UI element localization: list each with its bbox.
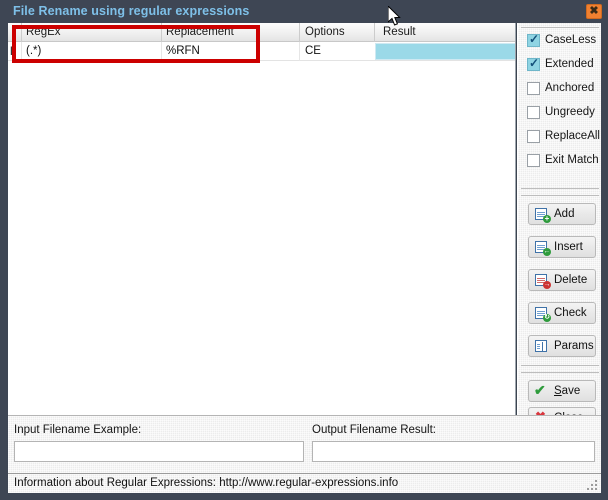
check-icon: ✓	[529, 55, 540, 70]
save-button[interactable]: ✔ Save	[528, 380, 596, 402]
output-filename-field[interactable]	[312, 441, 595, 462]
params-button-label: Params	[554, 340, 594, 352]
cell-divider	[161, 42, 162, 61]
actions-button-group: + Add ← Insert → Delete ↻ Check Params	[521, 195, 599, 366]
output-filename-label: Output Filename Result:	[312, 424, 437, 436]
column-header-regex[interactable]: RegEx	[26, 26, 61, 38]
cell-replacement[interactable]: %RFN	[166, 45, 200, 57]
window-left-border	[0, 23, 8, 500]
input-filename-label: Input Filename Example:	[14, 424, 142, 436]
checkbox-box[interactable]	[527, 153, 540, 167]
application-window: File Rename using regular expressions ✖ …	[0, 0, 608, 500]
checkbox-anchored[interactable]: Anchored	[521, 76, 599, 100]
status-bar: Information about Regular Expressions: h…	[8, 473, 601, 493]
check-refresh-icon: ↻	[534, 306, 551, 322]
filename-preview-panel: Input Filename Example: Output Filename …	[8, 415, 601, 473]
window-right-border	[601, 23, 608, 500]
delete-button[interactable]: → Delete	[528, 269, 596, 291]
green-check-icon: ✔	[534, 382, 546, 398]
cell-options[interactable]: CE	[305, 45, 321, 57]
window-bottom-border	[0, 493, 608, 500]
checkbox-ungreedy[interactable]: Ungreedy	[521, 100, 599, 124]
close-icon: ✖	[589, 5, 599, 17]
checkbox-box[interactable]: ✓	[527, 55, 540, 71]
options-checkbox-group: ✓ CaseLess ✓ Extended Anchored Ungreedy …	[521, 27, 600, 189]
checkbox-label: ReplaceAll	[545, 130, 600, 142]
cell-regex[interactable]: (.*)	[26, 45, 41, 57]
input-filename-field[interactable]	[14, 441, 304, 462]
column-header-result[interactable]: Result	[383, 26, 416, 38]
checkbox-box[interactable]	[527, 81, 540, 95]
add-button-label: Add	[554, 208, 575, 220]
check-icon: ✓	[529, 31, 540, 46]
insert-button[interactable]: ← Insert	[528, 236, 596, 258]
cell-result[interactable]	[375, 43, 515, 60]
checkbox-replaceall[interactable]: ReplaceAll	[521, 124, 600, 148]
window-title: File Rename using regular expressions	[13, 4, 250, 18]
check-button[interactable]: ↻ Check	[528, 302, 596, 324]
checkbox-label: CaseLess	[545, 34, 597, 46]
grid-header-row: RegEx Replacement Options Result	[8, 23, 515, 42]
column-divider[interactable]	[161, 23, 162, 42]
checkbox-box[interactable]	[527, 105, 540, 119]
resize-grip[interactable]	[587, 480, 599, 492]
grid-empty-area[interactable]	[8, 62, 515, 415]
cell-divider	[299, 42, 300, 61]
column-header-options[interactable]: Options	[305, 26, 345, 38]
column-divider[interactable]	[374, 23, 375, 42]
title-bar: File Rename using regular expressions ✖	[0, 0, 608, 23]
add-button[interactable]: + Add	[528, 203, 596, 225]
add-document-icon: +	[534, 207, 551, 223]
side-panel: ✓ CaseLess ✓ Extended Anchored Ungreedy …	[517, 23, 601, 429]
checkbox-exit-match[interactable]: Exit Match	[521, 148, 599, 172]
table-row[interactable]: I (.*) %RFN CE	[8, 42, 515, 61]
checkbox-label: Extended	[545, 58, 594, 70]
check-button-label: Check	[554, 307, 587, 319]
params-columns-icon	[534, 339, 550, 353]
checkbox-caseless[interactable]: ✓ CaseLess	[521, 28, 599, 52]
checkbox-label: Anchored	[545, 82, 595, 94]
checkbox-box[interactable]	[527, 129, 540, 143]
delete-button-label: Delete	[554, 274, 588, 286]
status-bar-text[interactable]: Information about Regular Expressions: h…	[14, 477, 398, 489]
delete-document-icon: →	[534, 273, 551, 289]
column-divider[interactable]	[21, 23, 22, 42]
column-divider[interactable]	[299, 23, 300, 42]
checkbox-extended[interactable]: ✓ Extended	[521, 52, 599, 76]
close-button[interactable]: ✖	[586, 4, 602, 19]
column-header-replacement[interactable]: Replacement	[166, 26, 234, 38]
cell-divider	[21, 42, 22, 61]
insert-button-label: Insert	[554, 241, 583, 253]
checkbox-label: Exit Match	[545, 154, 599, 166]
row-indicator: I	[10, 44, 14, 58]
checkbox-label: Ungreedy	[545, 106, 595, 118]
params-button[interactable]: Params	[528, 335, 596, 357]
insert-document-icon: ←	[534, 240, 551, 256]
checkbox-box[interactable]: ✓	[527, 31, 540, 47]
save-button-label: Save	[554, 385, 581, 397]
rules-grid[interactable]: RegEx Replacement Options Result I (.*) …	[8, 23, 516, 415]
